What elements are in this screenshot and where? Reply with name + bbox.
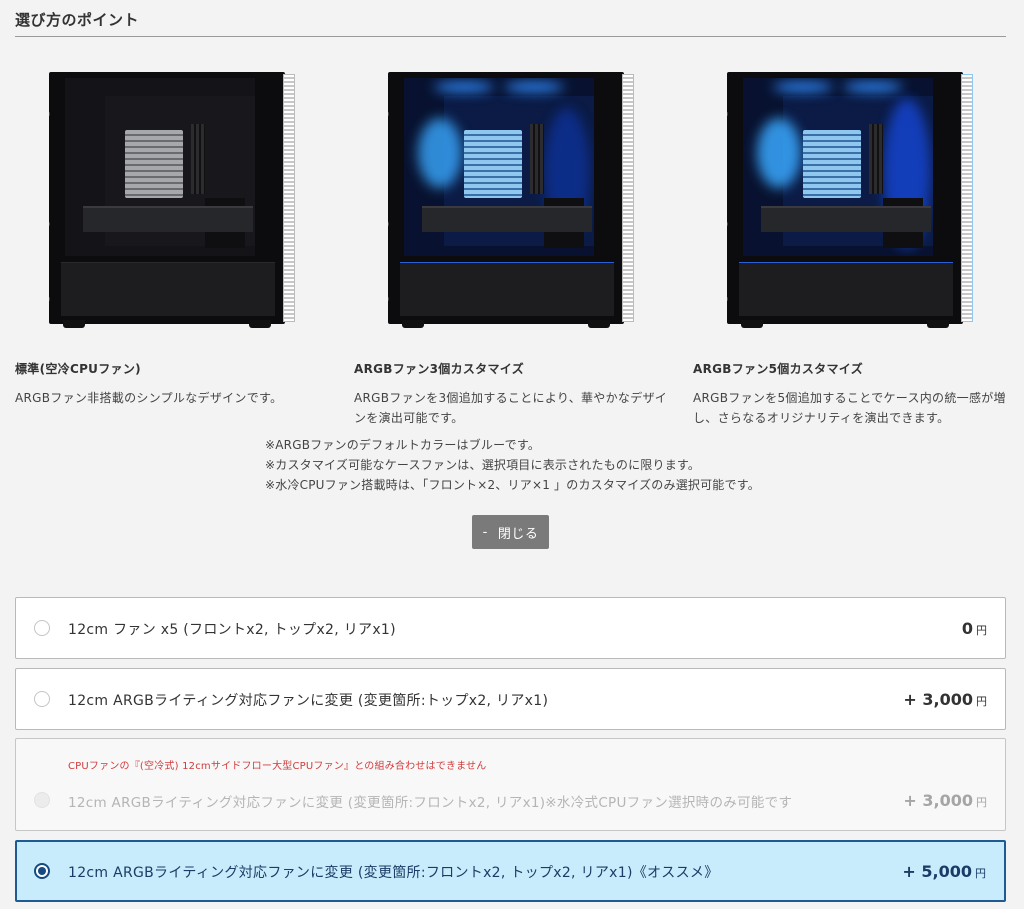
option-label: 12cm ARGBライティング対応ファンに変更 (変更箇所:フロントx2, リア… [68,795,793,811]
incompatibility-warning: CPUファンの『(空冷式) 12cmサイドフロー大型CPUファン』との組み合わせ… [68,761,487,772]
pc-case-argb-3-image [388,68,634,330]
note-item: ※水冷CPUファン搭載時は、「フロント×2、リア×1 」のカスタマイズのみ選択可… [265,478,760,492]
radio-button[interactable] [34,620,50,636]
radio-button-selected[interactable] [34,863,50,879]
option-price: + 5,000 円 [902,862,986,881]
option-label: 12cm ARGBライティング対応ファンに変更 (変更箇所:フロントx2, トッ… [68,865,719,881]
section-divider [15,36,1006,37]
note-item: ※カスタマイズ可能なケースファンは、選択項目に表示されたものに限ります。 [265,458,701,472]
note-item: ※ARGBファンのデフォルトカラーはブルーです。 [265,438,541,452]
close-button-label: 閉じる [497,526,539,542]
option-price: 0円 [961,619,987,638]
fan-option-standard[interactable]: 12cm ファン x5 (フロントx2, トップx2, リアx1) 0円 [15,597,1006,659]
guide-description: ARGBファン非搭載のシンプルなデザインです。 [15,391,283,405]
close-button[interactable]: - 閉じる [472,515,549,549]
option-label: 12cm ファン x5 (フロントx2, トップx2, リアx1) [68,622,396,638]
option-price: + 3,000 円 [903,690,987,709]
radio-button-disabled [34,792,50,808]
guide-description: ARGBファンを3個追加することにより、華やかなデザインを演出可能です。 [354,391,668,425]
guide-title: 標準(空冷CPUファン) [15,362,141,376]
fan-option-argb-top-rear[interactable]: 12cm ARGBライティング対応ファンに変更 (変更箇所:トップx2, リアx… [15,668,1006,730]
notes: ※ARGBファンのデフォルトカラーはブルーです。 ※カスタマイズ可能なケースファ… [265,435,760,495]
section-title: 選び方のポイント [15,11,140,29]
guide-title: ARGBファン5個カスタマイズ [693,362,864,376]
radio-button[interactable] [34,691,50,707]
minus-icon: - [482,524,488,540]
option-price: + 3,000 円 [903,791,987,810]
pc-case-argb-5-image [727,68,973,330]
guide-description: ARGBファンを5個追加することでケース内の統一感が増し、さらなるオリジナリティ… [693,391,1006,425]
fan-option-argb-all[interactable]: 12cm ARGBライティング対応ファンに変更 (変更箇所:フロントx2, トッ… [15,840,1006,902]
option-label: 12cm ARGBライティング対応ファンに変更 (変更箇所:トップx2, リアx… [68,693,549,709]
pc-case-standard-image [49,68,295,330]
fan-option-argb-front-rear: CPUファンの『(空冷式) 12cmサイドフロー大型CPUファン』との組み合わせ… [15,738,1006,831]
guide-title: ARGBファン3個カスタマイズ [354,362,525,376]
